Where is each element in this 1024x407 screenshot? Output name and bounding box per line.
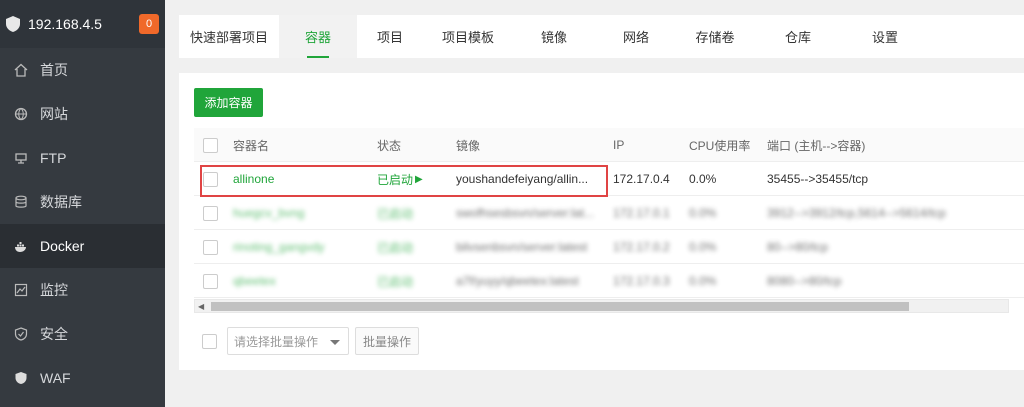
server-header: 192.168.4.5 0 bbox=[0, 0, 165, 48]
sidebar: 192.168.4.5 0 首页 网站 FTP 数据库 Docker 监控 安全… bbox=[0, 0, 165, 407]
header-name[interactable]: 容器名 bbox=[233, 128, 373, 162]
table-row[interactable]: huegcv_bvng 已启动 swofhsesbsvn/server:lat.… bbox=[194, 196, 1024, 230]
container-panel: 添加容器 容器名 状态 镜像 IP CPU使用率 端口 (主机-->容器) al… bbox=[179, 73, 1024, 370]
port-cell: 80-->80/tcp bbox=[767, 240, 829, 254]
tab-bar: 快速部署项目 容器 项目 项目模板 镜像 网络 存储卷 仓库 设置 bbox=[179, 15, 1024, 58]
ip-cell: 172.17.0.4 bbox=[613, 172, 670, 186]
server-ip: 192.168.4.5 bbox=[28, 16, 102, 32]
status-text[interactable]: 已启动 bbox=[377, 230, 447, 264]
sidebar-item-label: 安全 bbox=[40, 326, 68, 342]
cpu-cell: 0.0% bbox=[689, 240, 717, 254]
waf-shield-icon bbox=[14, 371, 28, 385]
table-row[interactable]: qbeetex 已启动 a7f/yuyy/qbeetex:latest 172.… bbox=[194, 264, 1024, 298]
status-text: 已启动 bbox=[377, 172, 414, 187]
tab-settings[interactable]: 设置 bbox=[843, 15, 927, 58]
sidebar-item-docker[interactable]: Docker bbox=[0, 224, 165, 268]
tab-project-templates[interactable]: 项目模板 bbox=[423, 15, 513, 58]
sidebar-item-website[interactable]: 网站 bbox=[0, 92, 165, 136]
sidebar-item-label: 监控 bbox=[40, 282, 68, 298]
container-table: 容器名 状态 镜像 IP CPU使用率 端口 (主机-->容器) allinon… bbox=[194, 128, 1024, 316]
monitor-icon bbox=[14, 283, 28, 297]
scrollbar-thumb[interactable] bbox=[211, 302, 909, 311]
horizontal-scrollbar[interactable]: ◀ bbox=[194, 299, 1009, 313]
row-checkbox[interactable] bbox=[203, 273, 218, 289]
add-container-button[interactable]: 添加容器 bbox=[194, 88, 263, 117]
container-name-link[interactable]: allinone bbox=[233, 162, 373, 196]
row-checkbox[interactable] bbox=[203, 205, 218, 221]
ip-cell: 172.17.0.1 bbox=[613, 206, 670, 220]
chevron-down-icon bbox=[330, 340, 340, 345]
server-shield-icon bbox=[4, 15, 22, 33]
tab-projects[interactable]: 项目 bbox=[357, 15, 423, 58]
header-port[interactable]: 端口 (主机-->容器) bbox=[767, 128, 1017, 162]
batch-actions-bar: 请选择批量操作 批量操作 bbox=[194, 327, 419, 355]
batch-operation-button[interactable]: 批量操作 bbox=[355, 327, 419, 355]
status-cell[interactable]: 已启动 ▶ bbox=[377, 162, 447, 196]
tab-images[interactable]: 镜像 bbox=[513, 15, 595, 58]
home-icon bbox=[14, 63, 28, 77]
globe-icon bbox=[14, 107, 28, 121]
sidebar-item-label: WAF bbox=[40, 370, 71, 386]
select-all-cell bbox=[203, 128, 218, 162]
batch-select-placeholder: 请选择批量操作 bbox=[234, 334, 319, 349]
port-cell: 3912-->3912/tcp,5614-->5614/tcp bbox=[767, 206, 946, 220]
tab-quick-deploy[interactable]: 快速部署项目 bbox=[179, 15, 279, 58]
status-text[interactable]: 已启动 bbox=[377, 264, 447, 298]
sidebar-item-label: 首页 bbox=[40, 62, 68, 78]
container-name-link[interactable]: huegcv_bvng bbox=[233, 196, 373, 230]
select-all-checkbox[interactable] bbox=[203, 137, 218, 153]
header-ip[interactable]: IP bbox=[613, 128, 683, 162]
play-icon: ▶ bbox=[415, 173, 423, 185]
tab-networks[interactable]: 网络 bbox=[595, 15, 677, 58]
tab-registry[interactable]: 仓库 bbox=[753, 15, 843, 58]
tab-containers[interactable]: 容器 bbox=[279, 15, 357, 58]
batch-operation-select[interactable]: 请选择批量操作 bbox=[227, 327, 349, 355]
sidebar-item-waf[interactable]: WAF bbox=[0, 356, 165, 400]
image-cell: bilvsenbsvn/server:latest bbox=[456, 240, 588, 254]
container-name-link[interactable]: rinoting_gangvdy bbox=[233, 230, 373, 264]
row-checkbox-cell bbox=[203, 196, 218, 230]
port-cell: 8080-->80/tcp bbox=[767, 274, 842, 288]
sidebar-item-label: 网站 bbox=[40, 106, 68, 122]
tab-volumes[interactable]: 存储卷 bbox=[677, 15, 753, 58]
port-cell: 35455-->35455/tcp bbox=[767, 172, 869, 186]
cpu-cell: 0.0% bbox=[689, 206, 717, 220]
row-checkbox-cell bbox=[203, 162, 218, 196]
sidebar-item-ftp[interactable]: FTP bbox=[0, 136, 165, 180]
sidebar-item-label: Docker bbox=[40, 238, 85, 254]
ftp-icon bbox=[14, 151, 28, 165]
ip-cell: 172.17.0.3 bbox=[613, 274, 670, 288]
sidebar-item-label: FTP bbox=[40, 150, 67, 166]
row-checkbox[interactable] bbox=[203, 171, 218, 187]
header-cpu[interactable]: CPU使用率 bbox=[689, 128, 764, 162]
sidebar-item-monitor[interactable]: 监控 bbox=[0, 268, 165, 312]
header-status[interactable]: 状态 bbox=[377, 128, 447, 162]
row-checkbox-cell bbox=[203, 264, 218, 298]
table-row[interactable]: rinoting_gangvdy 已启动 bilvsenbsvn/server:… bbox=[194, 230, 1024, 264]
status-text[interactable]: 已启动 bbox=[377, 196, 447, 230]
docker-icon bbox=[14, 239, 28, 253]
container-name-link[interactable]: qbeetex bbox=[233, 264, 373, 298]
image-cell: swofhsesbsvn/server:lat... bbox=[456, 206, 595, 220]
notification-badge[interactable]: 0 bbox=[139, 14, 159, 34]
header-image[interactable]: 镜像 bbox=[456, 128, 606, 162]
cpu-cell: 0.0% bbox=[689, 172, 717, 186]
table-row[interactable]: allinone 已启动 ▶ youshandefeiyang/allin... … bbox=[194, 162, 1024, 196]
ip-cell: 172.17.0.2 bbox=[613, 240, 670, 254]
sidebar-item-security[interactable]: 安全 bbox=[0, 312, 165, 356]
image-cell: a7f/yuyy/qbeetex:latest bbox=[456, 274, 579, 288]
row-checkbox-cell bbox=[203, 230, 218, 264]
sidebar-item-home[interactable]: 首页 bbox=[0, 48, 165, 92]
cpu-cell: 0.0% bbox=[689, 274, 717, 288]
batch-select-checkbox[interactable] bbox=[202, 333, 217, 349]
database-icon bbox=[14, 195, 28, 209]
row-checkbox[interactable] bbox=[203, 239, 218, 255]
sidebar-item-label: 数据库 bbox=[40, 194, 82, 210]
scroll-left-icon[interactable]: ◀ bbox=[198, 302, 204, 311]
sidebar-item-database[interactable]: 数据库 bbox=[0, 180, 165, 224]
shield-icon bbox=[14, 327, 28, 341]
table-header-row: 容器名 状态 镜像 IP CPU使用率 端口 (主机-->容器) bbox=[194, 128, 1024, 162]
image-cell: youshandefeiyang/allin... bbox=[456, 172, 589, 186]
